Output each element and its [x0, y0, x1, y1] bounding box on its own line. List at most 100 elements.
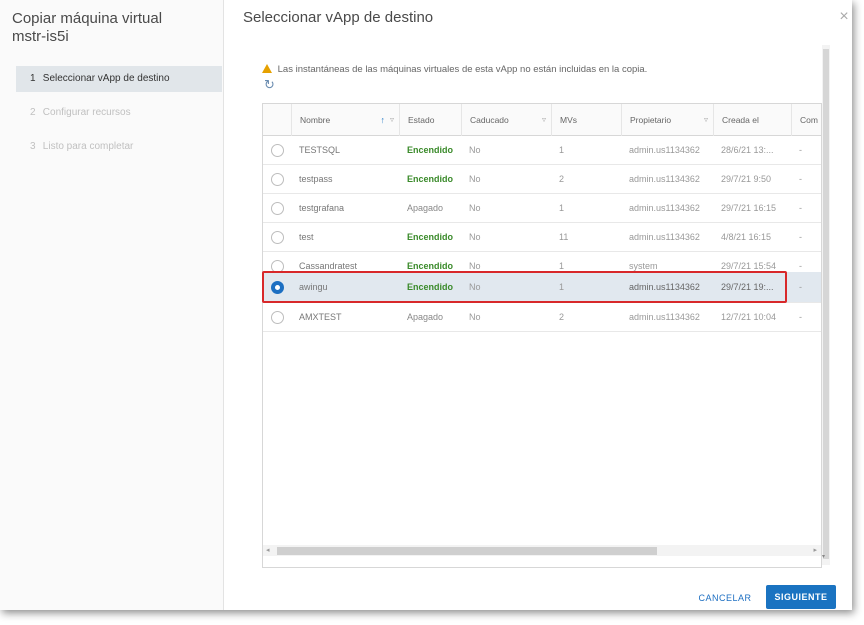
wizard-title-line2: mstr-is5i [12, 28, 69, 45]
cell-creada: 28/6/21 13:... [721, 145, 774, 155]
sort-ascending-icon[interactable]: ↑ [381, 104, 386, 136]
wizard-nav: Copiar máquina virtual mstr-is5i 1 Selec… [0, 0, 224, 610]
column-label: Propietario [630, 115, 672, 125]
cell-com: - [799, 282, 802, 292]
step-label: Seleccionar vApp de destino [42, 73, 170, 84]
column-header-caducado[interactable]: Caducado ▿ [461, 104, 551, 136]
row-radio-selected[interactable] [271, 281, 284, 294]
horizontal-scrollbar[interactable]: ◂ ▸ [263, 545, 821, 556]
filter-icon[interactable]: ▿ [390, 104, 394, 136]
scroll-thumb[interactable] [823, 49, 829, 559]
table-row[interactable]: AMXTEST Apagado No 2 admin.us1134362 12/… [263, 303, 821, 332]
cell-propietario: admin.us1134362 [629, 145, 700, 155]
column-label: Estado [408, 115, 435, 125]
close-icon[interactable]: × [836, 9, 852, 25]
wizard-title-line1: Copiar máquina virtual [12, 10, 163, 27]
cell-caducado: No [469, 232, 481, 242]
cell-creada: 29/7/21 19:... [721, 282, 774, 292]
cell-mvs: 2 [559, 174, 565, 184]
cell-mvs: 1 [559, 145, 565, 155]
cell-caducado: No [469, 282, 481, 292]
table-row-selected[interactable]: awingu Encendido No 1 admin.us1134362 29… [263, 272, 821, 303]
cell-nombre: awingu [299, 282, 328, 292]
row-radio[interactable] [271, 144, 284, 157]
wizard-step-configure-resources: 2 Configurar recursos [16, 100, 222, 126]
copy-vm-dialog: Copiar máquina virtual mstr-is5i 1 Selec… [0, 0, 852, 610]
scroll-thumb[interactable] [277, 547, 657, 555]
cell-estado: Encendido [407, 145, 454, 155]
cell-caducado: No [469, 203, 481, 213]
cell-nombre: AMXTEST [299, 312, 342, 322]
row-radio[interactable] [271, 231, 284, 244]
column-label: Caducado [470, 115, 509, 125]
filter-icon[interactable]: ▿ [542, 104, 546, 136]
warning-text: Las instantáneas de las máquinas virtual… [277, 64, 648, 75]
column-header-com[interactable]: Com [791, 104, 821, 136]
cell-estado: Encendido [407, 232, 454, 242]
cell-creada: 4/8/21 16:15 [721, 232, 772, 242]
column-header-creada[interactable]: Creada el [713, 104, 791, 136]
column-label: MVs [560, 115, 577, 125]
cell-mvs: 1 [559, 203, 565, 213]
cell-estado: Apagado [407, 312, 444, 322]
cell-propietario: admin.us1134362 [629, 282, 700, 292]
next-button[interactable]: SIGUIENTE [766, 585, 836, 609]
cell-propietario: admin.us1134362 [629, 312, 700, 322]
filter-icon[interactable]: ▿ [704, 104, 708, 136]
cell-mvs: 1 [559, 282, 565, 292]
cell-estado: Encendido [407, 174, 454, 184]
scroll-right-icon[interactable]: ▸ [813, 545, 817, 556]
column-header-mvs[interactable]: MVs [551, 104, 621, 136]
cell-nombre: TESTSQL [299, 145, 341, 155]
step-number: 2 [30, 107, 36, 118]
warning-banner: Las instantáneas de las máquinas virtual… [262, 64, 647, 75]
column-header-propietario[interactable]: Propietario ▿ [621, 104, 713, 136]
cell-creada: 29/7/21 9:50 [721, 174, 772, 184]
cell-com: - [799, 232, 802, 242]
column-header-estado[interactable]: Estado [399, 104, 461, 136]
cell-estado: Encendido [407, 282, 454, 292]
cell-nombre: testpass [299, 174, 333, 184]
cell-nombre: test [299, 232, 314, 242]
wizard-step-ready: 3 Listo para completar [16, 134, 222, 160]
cell-nombre: testgrafana [299, 203, 345, 213]
column-label: Creada el [722, 115, 759, 125]
cancel-button[interactable]: CANCELAR [693, 588, 757, 608]
column-header-nombre[interactable]: Nombre ↑ ▿ [291, 104, 399, 136]
table-row[interactable]: testpass Encendido No 2 admin.us1134362 … [263, 165, 821, 194]
cell-propietario: admin.us1134362 [629, 232, 700, 242]
step-number: 1 [30, 73, 36, 84]
cell-com: - [799, 145, 802, 155]
wizard-step-select-vapp[interactable]: 1 Seleccionar vApp de destino [16, 66, 222, 92]
page-title: Seleccionar vApp de destino [243, 9, 434, 26]
wizard-steps: 1 Seleccionar vApp de destino 2 Configur… [16, 66, 222, 168]
cell-com: - [799, 174, 802, 184]
cell-creada: 29/7/21 16:15 [721, 203, 777, 213]
step-label: Listo para completar [42, 141, 134, 152]
cell-caducado: No [469, 145, 481, 155]
table-row[interactable]: TESTSQL Encendido No 1 admin.us1134362 2… [263, 136, 821, 165]
table-row[interactable]: test Encendido No 11 admin.us1134362 4/8… [263, 223, 821, 252]
cell-com: - [799, 203, 802, 213]
cell-estado: Apagado [407, 203, 444, 213]
cell-propietario: admin.us1134362 [629, 174, 700, 184]
cell-caducado: No [469, 174, 481, 184]
cell-mvs: 2 [559, 312, 565, 322]
scroll-down-icon[interactable]: ▾ [822, 553, 825, 560]
step-label: Configurar recursos [42, 107, 131, 118]
column-label: Com [800, 115, 818, 125]
cell-caducado: No [469, 312, 481, 322]
cell-mvs: 11 [559, 232, 569, 242]
column-label: Nombre [300, 115, 331, 125]
row-radio[interactable] [271, 202, 284, 215]
row-radio[interactable] [271, 173, 284, 186]
cell-creada: 12/7/21 10:04 [721, 312, 777, 322]
row-radio[interactable] [271, 311, 284, 324]
refresh-icon[interactable]: ↻ [264, 78, 278, 92]
step-number: 3 [30, 141, 36, 152]
warning-icon [262, 64, 272, 73]
vertical-scrollbar[interactable]: ▾ [822, 45, 830, 565]
table-row[interactable]: testgrafana Apagado No 1 admin.us1134362… [263, 194, 821, 223]
vapp-datagrid: Nombre ↑ ▿ Estado Caducado ▿ MVs Propiet… [262, 103, 822, 568]
scroll-left-icon[interactable]: ◂ [266, 545, 270, 556]
